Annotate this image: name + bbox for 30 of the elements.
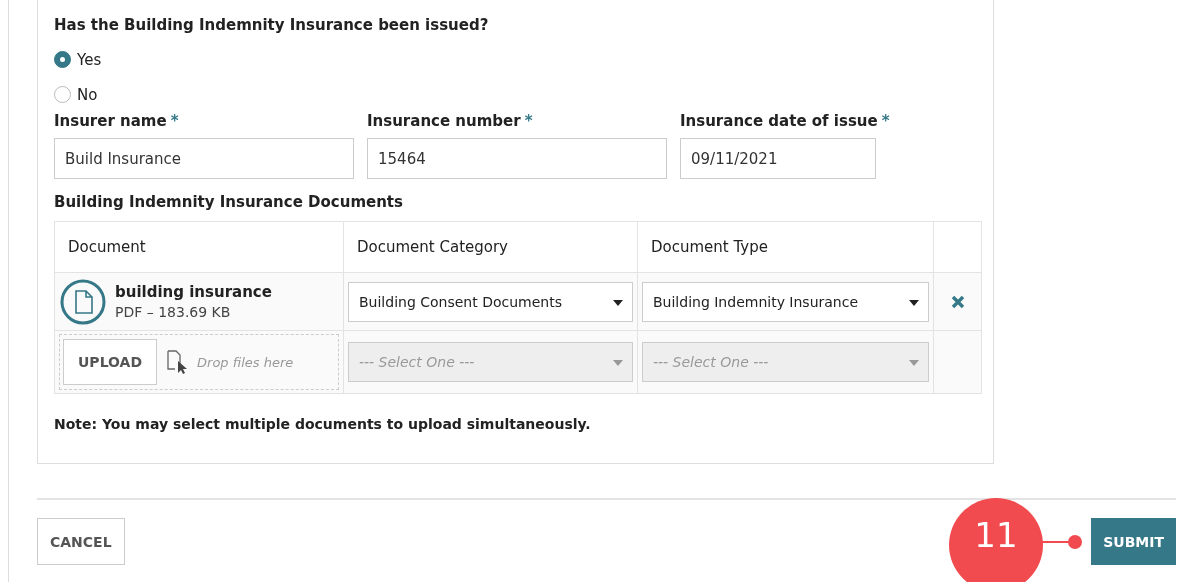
column-header: Document Category bbox=[357, 238, 508, 256]
drop-hint: Drop files here bbox=[197, 354, 294, 370]
input-field[interactable]: Build Insurance bbox=[54, 138, 354, 179]
type-dropdown[interactable]: Building Indemnity Insurance bbox=[642, 281, 929, 322]
submit-button[interactable]: SUBMIT bbox=[1091, 518, 1176, 565]
required-mark: * bbox=[524, 112, 533, 130]
field-label: Insurance number bbox=[367, 112, 521, 130]
leader-line bbox=[1041, 535, 1083, 549]
column-header: Document bbox=[68, 238, 146, 256]
required-mark: * bbox=[170, 112, 179, 130]
option-label: Yes bbox=[77, 50, 102, 69]
section-title: Building Indemnity Insurance Documents bbox=[54, 193, 404, 211]
input-field[interactable]: 09/11/2021 bbox=[680, 138, 876, 179]
option-label: No bbox=[77, 85, 98, 104]
document-icon bbox=[59, 277, 107, 326]
field-label: Insurer name bbox=[54, 112, 167, 130]
question-label: Has the Building Indemnity Insurance been issued? bbox=[54, 16, 490, 34]
remove-icon[interactable] bbox=[950, 294, 965, 309]
category-dropdown[interactable]: Building Consent Documents bbox=[348, 281, 633, 322]
step-badge: 11 bbox=[949, 498, 1043, 582]
file-cursor-icon bbox=[167, 350, 188, 374]
file-size: PDF – 183.69 KB bbox=[115, 304, 232, 320]
cancel-button[interactable]: CANCEL bbox=[37, 518, 125, 565]
required-mark: * bbox=[881, 112, 890, 130]
radio-button[interactable] bbox=[54, 51, 71, 68]
column-header: Document Type bbox=[651, 238, 768, 256]
file-name: building insurance bbox=[115, 283, 272, 301]
input-field[interactable]: 15464 bbox=[367, 138, 667, 179]
note-text: Note: You may select multiple documents to upload simultaneously. bbox=[54, 416, 592, 432]
field-label: Insurance date of issue bbox=[680, 112, 878, 130]
